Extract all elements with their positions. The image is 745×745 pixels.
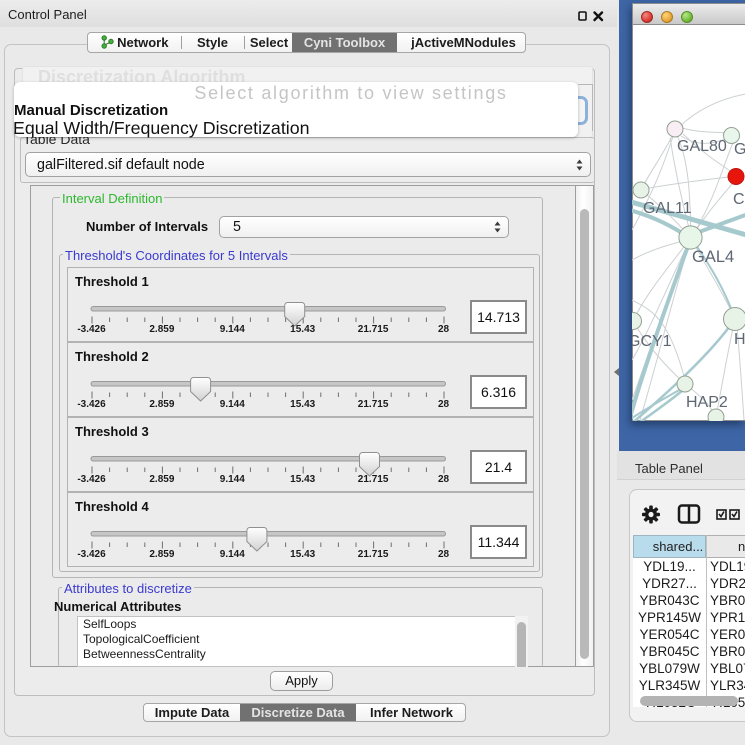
svg-text:GA: GA [734, 141, 745, 158]
svg-text:GAL4: GAL4 [692, 248, 734, 266]
svg-text:C: C [733, 191, 745, 208]
svg-text:GAL80: GAL80 [677, 138, 727, 155]
svg-text:H: H [734, 331, 745, 348]
svg-text:HAP2: HAP2 [686, 394, 728, 411]
svg-text:GAL11: GAL11 [643, 200, 692, 217]
svg-text:GCY1: GCY1 [632, 333, 672, 350]
